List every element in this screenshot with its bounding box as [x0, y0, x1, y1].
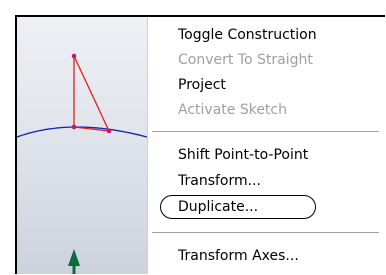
menu-item-convert-to-straight[interactable]: Convert To Straight — [178, 49, 379, 71]
sketch-point-left — [71, 124, 77, 130]
menu-item-duplicate[interactable]: Duplicate... — [178, 196, 379, 218]
sketch-point-top — [71, 53, 77, 59]
sketch-canvas[interactable] — [17, 17, 147, 274]
sketch-line-diagonal — [73, 55, 110, 132]
menu-item-toggle-construction[interactable]: Toggle Construction — [178, 24, 379, 46]
sketch-drawing — [17, 53, 147, 274]
context-menu: Toggle Construction Convert To Straight … — [147, 17, 385, 274]
menu-item-transform-axes[interactable]: Transform Axes... — [178, 245, 379, 267]
menu-separator — [152, 131, 379, 133]
menu-separator — [152, 232, 379, 234]
screenshot-frame: Toggle Construction Convert To Straight … — [15, 15, 385, 274]
axis-marker-icon — [68, 249, 80, 274]
sketch-point-right — [106, 128, 112, 134]
menu-item-project[interactable]: Project — [178, 74, 379, 96]
menu-item-shift-point-to-point[interactable]: Shift Point-to-Point — [178, 144, 379, 166]
menu-item-activate-sketch[interactable]: Activate Sketch — [178, 99, 379, 121]
menu-item-transform[interactable]: Transform... — [178, 170, 379, 192]
